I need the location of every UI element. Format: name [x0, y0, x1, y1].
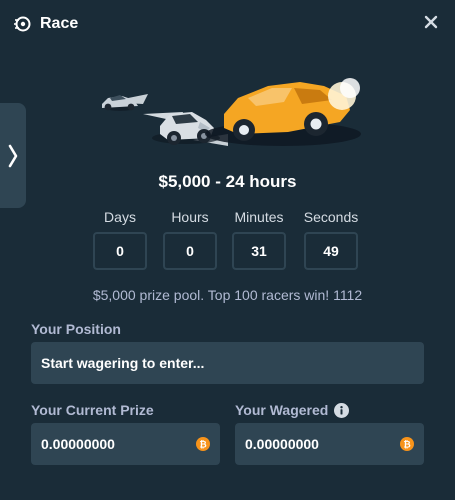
your-position-label: Your Position: [31, 321, 121, 337]
countdown-minutes: Minutes 31: [229, 209, 289, 270]
bitcoin-icon: ₿: [400, 437, 414, 451]
prize-title: $5,000 - 24 hours: [158, 172, 297, 191]
current-prize-value: 0.00000000: [41, 436, 115, 452]
svg-text:₿: ₿: [199, 440, 206, 451]
countdown-label: Days: [104, 209, 136, 225]
close-button[interactable]: [423, 14, 439, 30]
svg-text:₿: ₿: [403, 440, 410, 451]
wagered-label: Your Wagered: [235, 402, 350, 418]
countdown-hours: Hours 0: [160, 209, 220, 270]
side-panel-toggle[interactable]: [0, 103, 26, 208]
prize-pool-text: $5,000 prize pool. Top 100 racers win! 1…: [92, 287, 363, 303]
countdown-seconds: Seconds 49: [301, 209, 361, 270]
race-logo-icon: [14, 15, 32, 33]
info-icon[interactable]: [334, 402, 350, 418]
countdown-label: Minutes: [234, 209, 284, 225]
wagered-value: 0.00000000: [245, 436, 319, 452]
bitcoin-icon: ₿: [196, 437, 210, 451]
countdown-value: 0: [163, 232, 217, 270]
modal-header: Race: [14, 12, 441, 36]
countdown-value: 49: [304, 232, 358, 270]
race-cars-illustration: [102, 78, 361, 146]
countdown-label: Seconds: [303, 209, 359, 225]
wagered-label-text: Your Wagered: [235, 402, 329, 418]
your-position-field: Start wagering to enter...: [31, 342, 424, 384]
chevron-right-icon: [8, 144, 18, 167]
countdown-value: 31: [232, 232, 286, 270]
countdown-value: 0: [93, 232, 147, 270]
race-modal: Race $5,000 - 24 hours Days 0 Hours 0 Mi…: [0, 0, 455, 500]
wagered-field: 0.00000000 ₿: [235, 423, 424, 465]
modal-title: Race: [40, 15, 79, 32]
current-prize-field: 0.00000000 ₿: [31, 423, 220, 465]
close-icon: [424, 15, 438, 29]
your-position-value: Start wagering to enter...: [41, 355, 205, 371]
current-prize-label: Your Current Prize: [31, 402, 154, 418]
countdown-days: Days 0: [90, 209, 150, 270]
countdown-label: Hours: [171, 209, 209, 225]
